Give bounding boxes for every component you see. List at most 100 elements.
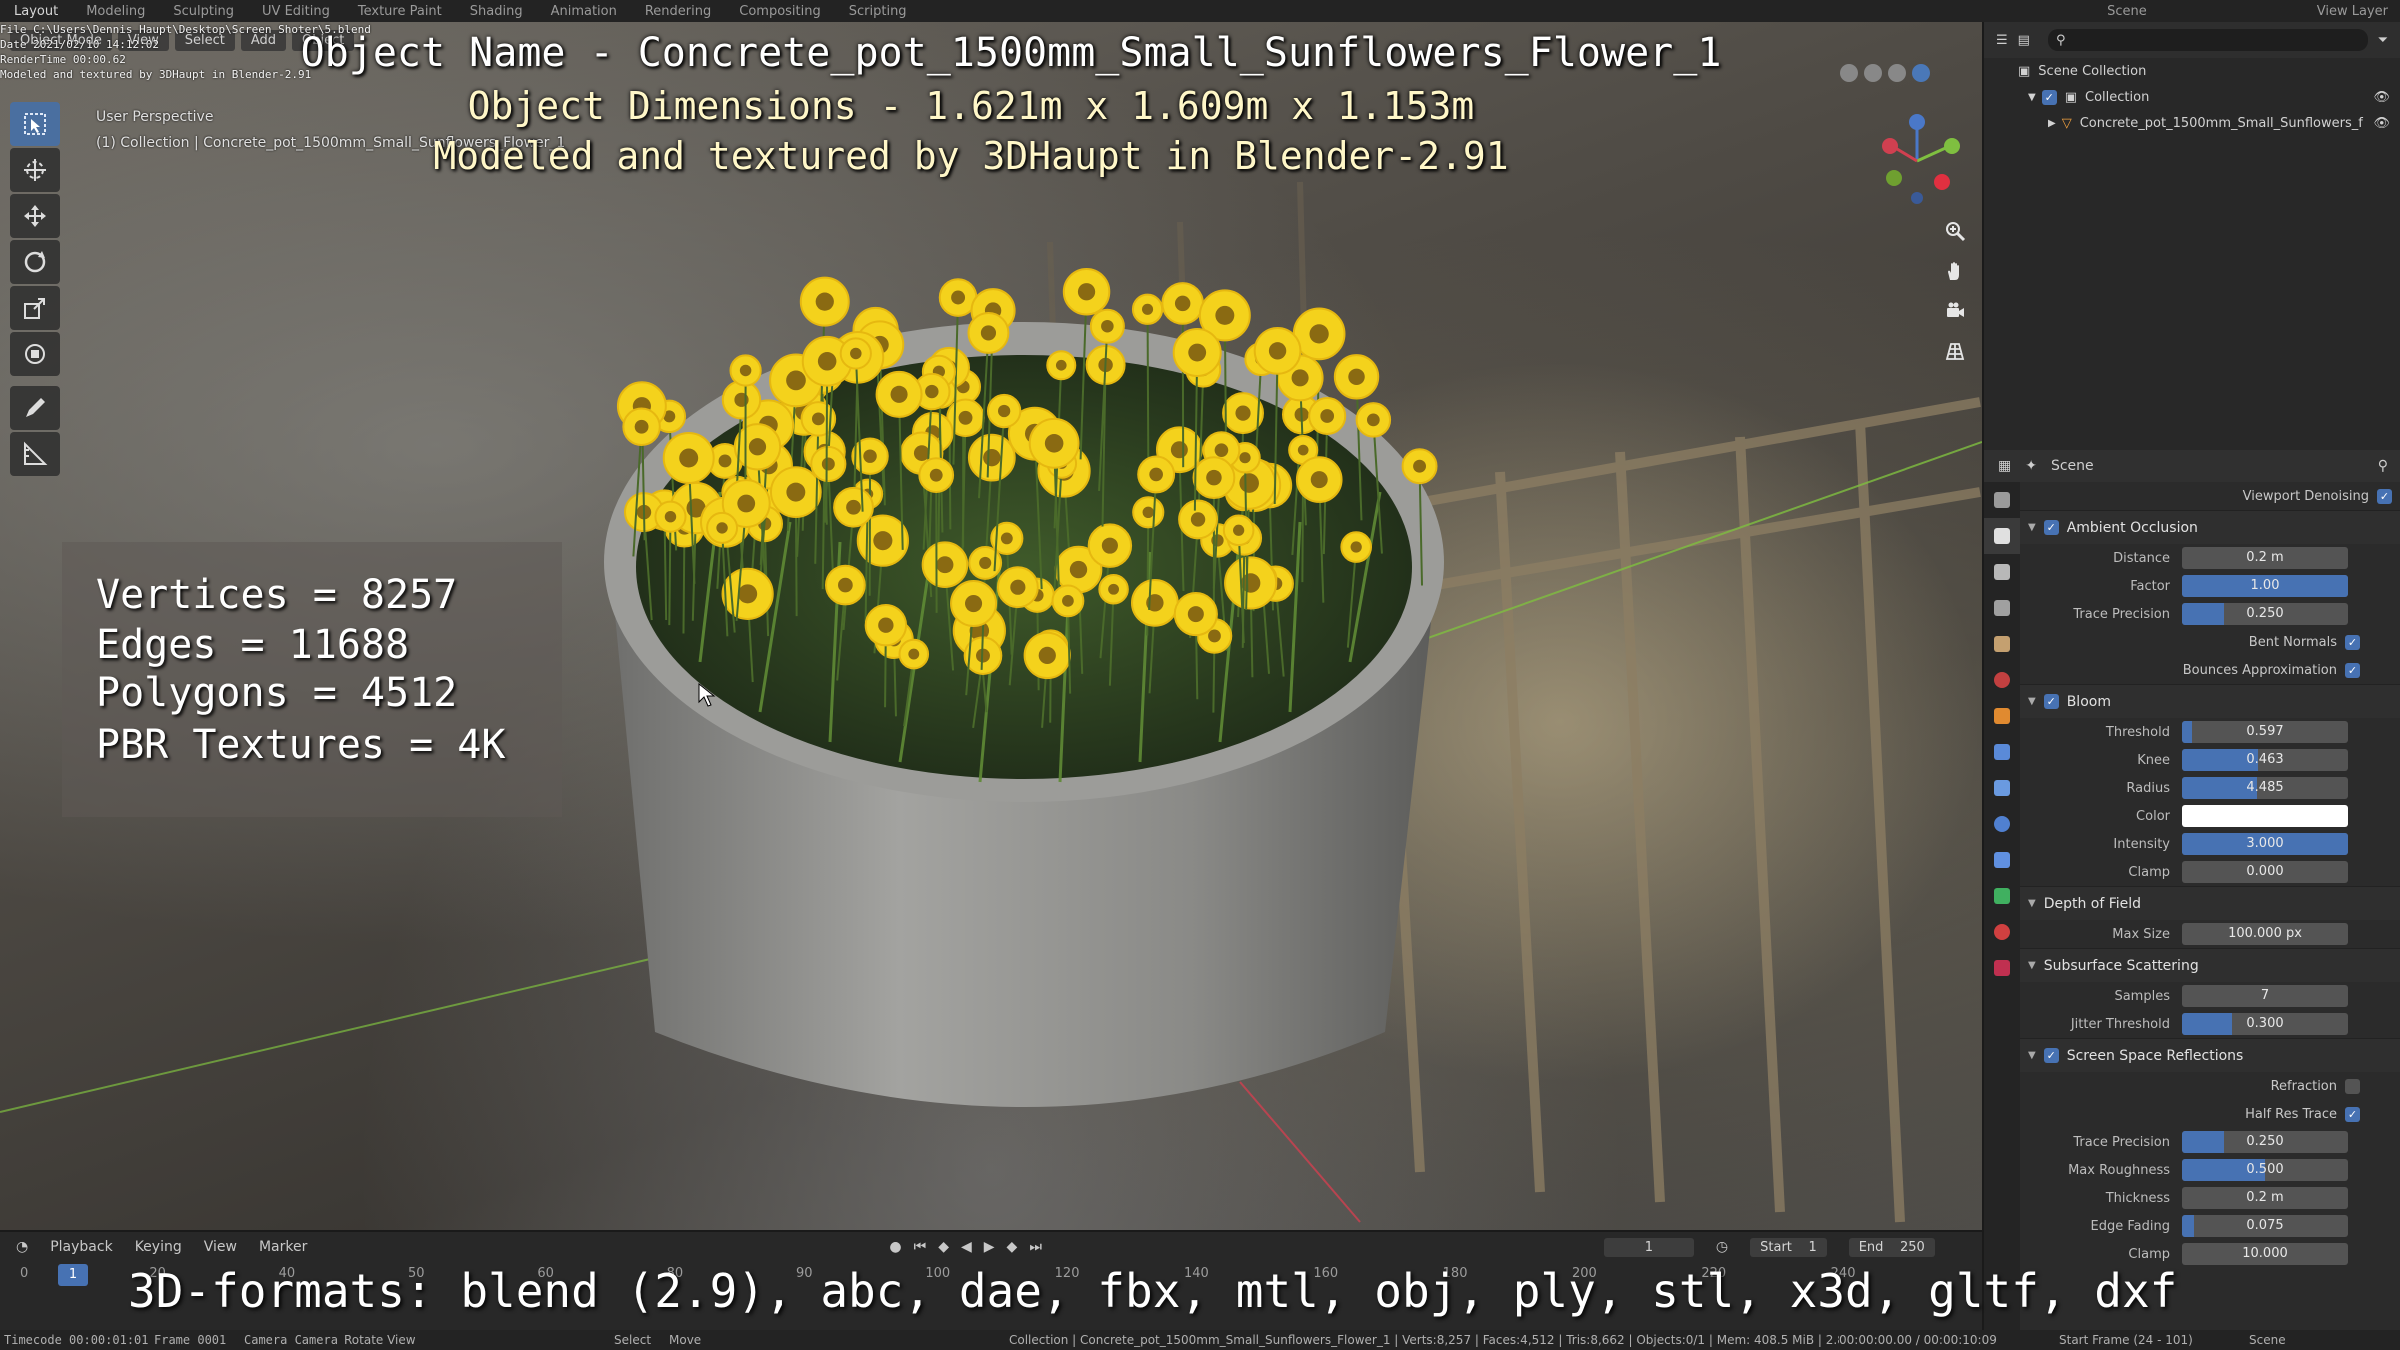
workspace-tab-modeling[interactable]: Modeling (72, 4, 159, 19)
bounces-row: Bounces Approximation ✓ (2020, 656, 2400, 684)
particles-tab[interactable] (1984, 770, 2020, 806)
tool-tab[interactable] (1984, 482, 2020, 518)
bloom-clamp-field[interactable]: 0.000 (2182, 861, 2348, 883)
clock-icon[interactable]: ◷ (1716, 1239, 1728, 1255)
scale-tool[interactable] (10, 286, 60, 330)
record-icon[interactable]: ● (889, 1239, 901, 1255)
output-tab[interactable] (1984, 554, 2020, 590)
play-icon[interactable]: ▶ (984, 1239, 995, 1255)
object-tab[interactable] (1984, 698, 2020, 734)
ao-enable-checkbox[interactable]: ✓ (2043, 520, 2059, 535)
pin-icon[interactable]: ⚲ (2378, 458, 2388, 474)
editor-type-icon[interactable]: ▦ (1998, 458, 2011, 474)
pan-hand-icon[interactable] (1936, 252, 1974, 290)
filter-view-icon[interactable]: ▤ (2018, 33, 2030, 48)
physics-tab[interactable] (1984, 806, 2020, 842)
workspace-tab-rendering[interactable]: Rendering (631, 4, 725, 19)
bloom-enable-checkbox[interactable]: ✓ (2043, 694, 2059, 709)
ao-trace-precision-slider[interactable]: 0.250 (2182, 603, 2348, 625)
marker-menu[interactable]: Marker (259, 1239, 307, 1255)
ssr-roughness-slider[interactable]: 0.500 (2182, 1159, 2348, 1181)
depth-of-field-section[interactable]: ▼ Depth of Field (2020, 886, 2400, 920)
data-tab[interactable] (1984, 878, 2020, 914)
workspace-tab-texture-paint[interactable]: Texture Paint (344, 4, 456, 19)
annotate-tool[interactable] (10, 386, 60, 430)
workspace-tab-scripting[interactable]: Scripting (835, 4, 921, 19)
render-tab[interactable] (1984, 518, 2020, 554)
scene-selector[interactable]: Scene (2107, 4, 2147, 19)
bloom-knee-slider[interactable]: 0.463 (2182, 749, 2348, 771)
view-layer-selector[interactable]: View Layer (2317, 4, 2388, 19)
grid-perspective-icon[interactable] (1936, 332, 1974, 370)
material-tab[interactable] (1984, 914, 2020, 950)
workspace-tab-sculpting[interactable]: Sculpting (159, 4, 248, 19)
sss-jitter-slider[interactable]: 0.300 (2182, 1013, 2348, 1035)
ssr-enable-checkbox[interactable]: ✓ (2043, 1048, 2059, 1063)
view-menu[interactable]: View (204, 1239, 237, 1255)
prev-keyframe-icon[interactable]: ◆ (938, 1239, 949, 1255)
view-layer-tab[interactable] (1984, 590, 2020, 626)
rotate-tool[interactable] (10, 240, 60, 284)
scene-tab[interactable] (1984, 626, 2020, 662)
end-frame-field[interactable]: End 250 (1848, 1237, 1935, 1257)
workspace-tab-shading[interactable]: Shading (456, 4, 537, 19)
filter-icon[interactable]: ⏷ (2378, 33, 2388, 48)
viewport-denoising-checkbox[interactable]: ✓ (2377, 488, 2392, 504)
refraction-checkbox[interactable] (2345, 1078, 2360, 1094)
bloom-color-swatch[interactable] (2182, 805, 2348, 827)
sss-samples-field[interactable]: 7 (2182, 985, 2348, 1007)
world-tab[interactable] (1984, 662, 2020, 698)
workspace-tab-animation[interactable]: Animation (537, 4, 631, 19)
outliner-scene-collection[interactable]: ▣ Scene Collection (1984, 58, 2400, 84)
bounces-checkbox[interactable]: ✓ (2345, 662, 2360, 678)
screen-space-reflections-section[interactable]: ▼ ✓ Screen Space Reflections (2020, 1038, 2400, 1072)
bloom-intensity-slider[interactable]: 3.000 (2182, 833, 2348, 855)
keying-menu[interactable]: Keying (135, 1239, 182, 1255)
jump-end-icon[interactable]: ⏭ (1029, 1239, 1042, 1255)
current-frame-field[interactable]: 1 (1603, 1237, 1694, 1257)
measure-tool[interactable] (10, 432, 60, 476)
timecode-stamp: Timecode 00:00:01:01 (4, 1333, 149, 1347)
ao-distance-field[interactable]: 0.2 m (2182, 547, 2348, 569)
display-mode-icon[interactable]: ☰ (1996, 33, 2008, 48)
workspace-tab-uv-editing[interactable]: UV Editing (248, 4, 344, 19)
half-res-checkbox[interactable]: ✓ (2345, 1106, 2360, 1122)
outliner-collection[interactable]: ▼ ✓ ▣ Collection 👁 (1984, 84, 2400, 110)
workspace-tab-compositing[interactable]: Compositing (725, 4, 835, 19)
play-reverse-icon[interactable]: ◀ (961, 1239, 972, 1255)
next-keyframe-icon[interactable]: ◆ (1007, 1239, 1018, 1255)
expand-arrow-icon[interactable]: ▶ (2048, 118, 2056, 129)
start-frame-field[interactable]: Start 1 (1750, 1237, 1827, 1257)
bloom-section[interactable]: ▼ ✓ Bloom (2020, 684, 2400, 718)
bloom-threshold-slider[interactable]: 0.597 (2182, 721, 2348, 743)
3d-viewport[interactable]: Object Mode View Select Add Object User … (0, 22, 1982, 1230)
subsurface-scattering-section[interactable]: ▼ Subsurface Scattering (2020, 948, 2400, 982)
viewport-denoising-row: Viewport Denoising ✓ (2020, 482, 2400, 510)
workspace-tab-layout[interactable]: Layout (0, 4, 72, 19)
camera-view-icon[interactable] (1936, 292, 1974, 330)
outliner-object-row[interactable]: ▶ ▽ Concrete_pot_1500mm_Small_Sunflowers… (1984, 110, 2400, 136)
collection-checkbox[interactable]: ✓ (2041, 89, 2057, 105)
texture-tab[interactable] (1984, 950, 2020, 986)
modifiers-tab[interactable] (1984, 734, 2020, 770)
move-tool[interactable] (10, 194, 60, 238)
ssr-edge-fading-slider[interactable]: 0.075 (2182, 1215, 2348, 1237)
outliner-search-input[interactable]: ⚲ (2047, 29, 2368, 51)
ssr-trace-slider[interactable]: 0.250 (2182, 1131, 2348, 1153)
transform-tool[interactable] (10, 332, 60, 376)
playback-menu[interactable]: Playback (50, 1239, 112, 1255)
editor-type-icon[interactable]: ◔ (16, 1239, 28, 1255)
bloom-radius-slider[interactable]: 4.485 (2182, 777, 2348, 799)
ambient-occlusion-section[interactable]: ▼ ✓ Ambient Occlusion (2020, 510, 2400, 544)
ssr-thickness-field[interactable]: 0.2 m (2182, 1187, 2348, 1209)
expand-arrow-icon[interactable]: ▼ (2028, 92, 2036, 103)
bent-normals-checkbox[interactable]: ✓ (2345, 634, 2360, 650)
visibility-eye-icon[interactable]: 👁 (2373, 90, 2390, 105)
dof-max-size-field[interactable]: 100.000 px (2182, 923, 2348, 945)
ao-factor-slider[interactable]: 1.00 (2182, 575, 2348, 597)
zoom-icon[interactable] (1936, 212, 1974, 250)
visibility-eye-icon[interactable]: 👁 (2373, 116, 2390, 131)
ssr-clamp-field[interactable]: 10.000 (2182, 1243, 2348, 1265)
jump-start-icon[interactable]: ⏮ (914, 1239, 927, 1255)
constraints-tab[interactable] (1984, 842, 2020, 878)
